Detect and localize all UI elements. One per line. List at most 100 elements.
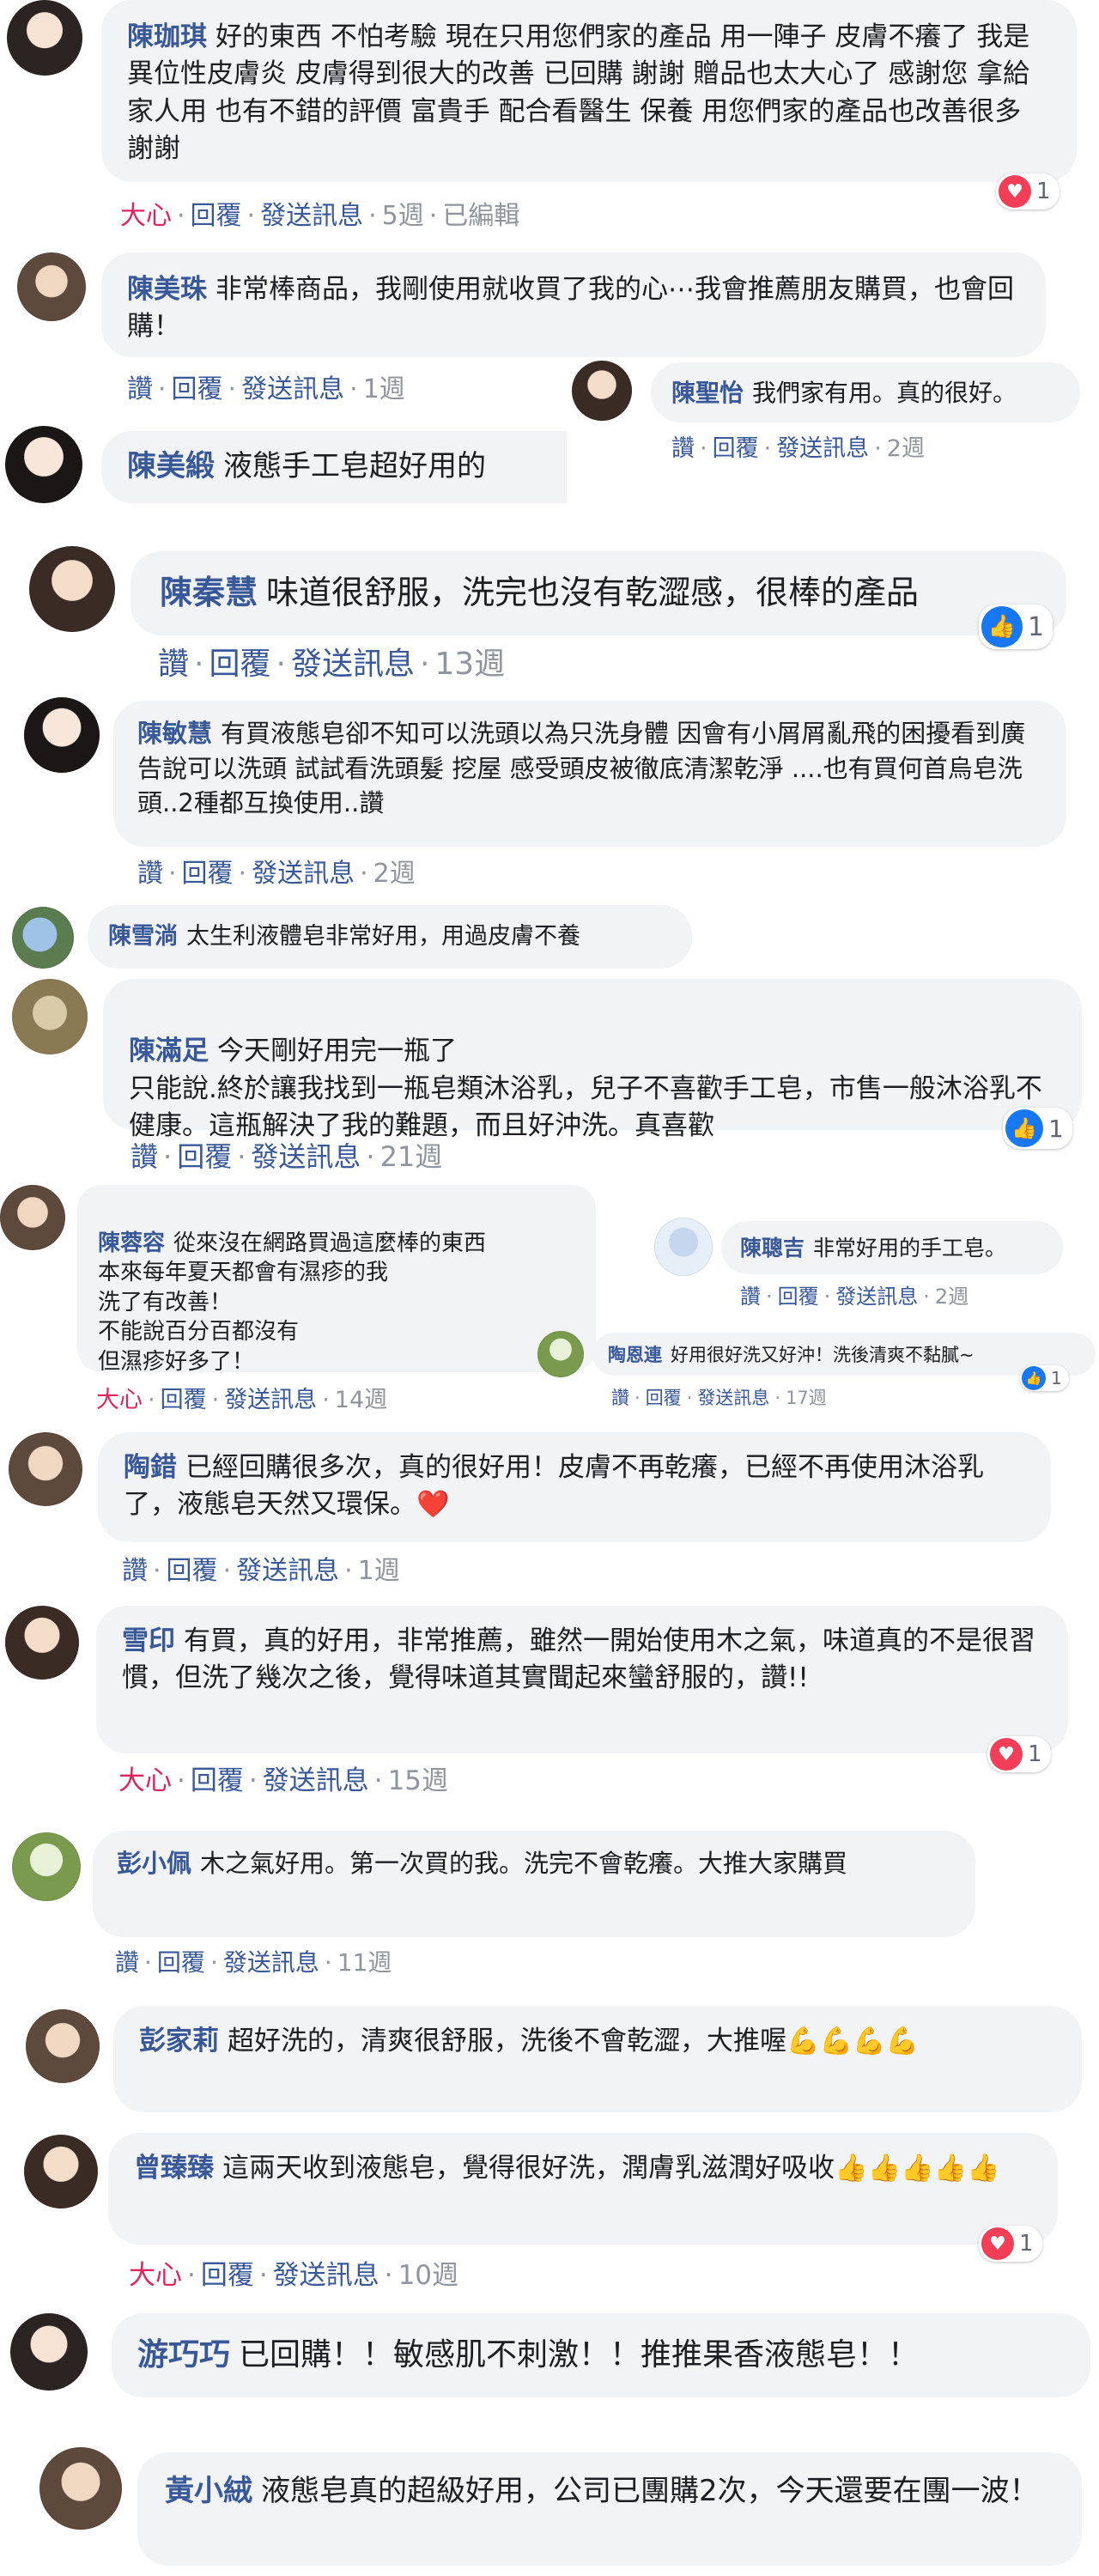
reaction-badge[interactable]: ♥ 1 — [987, 1736, 1051, 1772]
send-message-button[interactable]: 發送訊息 — [776, 435, 869, 462]
reaction-badge[interactable]: 👍 1 — [979, 605, 1053, 649]
reply-button[interactable]: 回覆 — [191, 1765, 244, 1796]
send-message-button[interactable]: 發送訊息 — [697, 1388, 769, 1408]
timestamp[interactable]: 13週 — [434, 647, 505, 682]
avatar[interactable] — [12, 1832, 81, 1901]
timestamp[interactable]: 2週 — [373, 859, 416, 889]
send-message-button[interactable]: 發送訊息 — [260, 201, 363, 231]
like-button[interactable]: 讚 — [158, 647, 189, 682]
timestamp[interactable]: 10週 — [398, 2260, 458, 2291]
timestamp[interactable]: 15週 — [388, 1765, 448, 1796]
commenter-name[interactable]: 陳聰吉 — [740, 1236, 805, 1261]
reaction-badge[interactable]: 👍 1 — [1020, 1365, 1069, 1391]
send-message-button[interactable]: 發送訊息 — [291, 647, 415, 682]
avatar[interactable] — [5, 426, 82, 503]
love-button[interactable]: 大心 — [129, 2260, 182, 2291]
send-message-button[interactable]: 發送訊息 — [252, 859, 355, 889]
timestamp[interactable]: 5週 — [382, 201, 424, 231]
reply-button[interactable]: 回覆 — [167, 1556, 218, 1586]
like-button[interactable]: 讚 — [740, 1285, 761, 1309]
avatar[interactable] — [537, 1331, 584, 1377]
avatar[interactable] — [572, 361, 632, 421]
comment-actions: 讚 · 回覆 · 發送訊息 · 1週 — [127, 374, 405, 404]
commenter-name[interactable]: 陳聖怡 — [671, 379, 744, 407]
reply-button[interactable]: 回覆 — [177, 1140, 232, 1173]
reply-button[interactable]: 回覆 — [182, 859, 234, 889]
send-message-button[interactable]: 發送訊息 — [236, 1556, 339, 1586]
like-button[interactable]: 讚 — [131, 1140, 158, 1173]
timestamp[interactable]: 1週 — [363, 374, 405, 404]
commenter-name[interactable]: 陶恩連 — [608, 1345, 662, 1365]
comment-text: 非常好用的手工皂。 — [813, 1236, 1007, 1261]
avatar[interactable] — [5, 1606, 79, 1680]
send-message-button[interactable]: 發送訊息 — [241, 374, 344, 404]
send-message-button[interactable]: 發送訊息 — [251, 1140, 361, 1173]
commenter-name[interactable]: 彭小佩 — [117, 1849, 191, 1878]
reply-button[interactable]: 回覆 — [172, 374, 223, 404]
avatar[interactable] — [9, 1432, 82, 1506]
timestamp[interactable]: 2週 — [935, 1285, 968, 1309]
comment: 陳秦慧 味道很舒服，洗完也沒有乾澀感，很棒的產品 讚 · 回覆 · 發送訊息 · 13週 👍 1 — [0, 538, 1099, 683]
commenter-name[interactable]: 曾臻臻 — [134, 2153, 214, 2184]
avatar[interactable] — [10, 2313, 88, 2391]
love-button[interactable]: 大心 — [118, 1765, 172, 1796]
love-button[interactable]: 大心 — [120, 201, 172, 231]
commenter-name[interactable]: 陳美珠 — [127, 274, 207, 305]
heart-icon: ♥ — [981, 2227, 1014, 2260]
commenter-name[interactable]: 陳珈琪 — [127, 21, 207, 52]
send-message-button[interactable]: 發送訊息 — [224, 1387, 317, 1413]
commenter-name[interactable]: 陳秦慧 — [160, 574, 258, 611]
commenter-name[interactable]: 游巧巧 — [137, 2337, 230, 2372]
avatar[interactable] — [29, 546, 115, 632]
reply-button[interactable]: 回覆 — [161, 1387, 207, 1413]
avatar[interactable] — [654, 1218, 713, 1276]
like-button[interactable]: 讚 — [137, 859, 163, 889]
timestamp[interactable]: 21週 — [380, 1140, 443, 1173]
commenter-name[interactable]: 陳敏慧 — [137, 719, 212, 748]
like-button[interactable]: 讚 — [127, 374, 153, 404]
edited-label[interactable]: 已編輯 — [442, 201, 519, 231]
commenter-name[interactable]: 陳美緞 — [127, 449, 215, 483]
reply-button[interactable]: 回覆 — [778, 1285, 819, 1309]
reply-button[interactable]: 回覆 — [157, 1948, 205, 1977]
avatar[interactable] — [7, 0, 82, 76]
like-button[interactable]: 讚 — [122, 1556, 148, 1586]
send-message-button[interactable]: 發送訊息 — [835, 1285, 918, 1309]
avatar[interactable] — [24, 697, 100, 773]
commenter-name[interactable]: 陳蓉容 — [98, 1230, 165, 1256]
avatar[interactable] — [17, 252, 86, 321]
like-button[interactable]: 讚 — [671, 435, 695, 462]
reply-button[interactable]: 回覆 — [646, 1388, 682, 1408]
avatar[interactable] — [12, 979, 88, 1054]
reaction-badge[interactable]: ♥ 1 — [979, 2226, 1042, 2262]
avatar[interactable] — [26, 2009, 100, 2083]
timestamp[interactable]: 17週 — [786, 1388, 827, 1408]
reply-button[interactable]: 回覆 — [209, 647, 270, 682]
comment: 彭小佩 木之氣好用。第一次買的我。洗完不會乾癢。大推大家購買 讚 · 回覆 · 發送訊息 ·… — [0, 1826, 1099, 1997]
avatar[interactable] — [0, 1185, 65, 1250]
commenter-name[interactable]: 陶錯 — [124, 1452, 177, 1483]
send-message-button[interactable]: 發送訊息 — [263, 1765, 369, 1796]
reply-button[interactable]: 回覆 — [713, 435, 759, 462]
timestamp[interactable]: 11週 — [337, 1948, 392, 1977]
reaction-badge[interactable]: ♥ 1 — [996, 173, 1060, 210]
reaction-badge[interactable]: 👍 1 — [1003, 1108, 1072, 1149]
reply-button[interactable]: 回覆 — [191, 201, 242, 231]
avatar[interactable] — [24, 2135, 98, 2208]
send-message-button[interactable]: 發送訊息 — [223, 1948, 319, 1977]
timestamp[interactable]: 14週 — [335, 1387, 387, 1413]
commenter-name[interactable]: 彭家莉 — [139, 2026, 219, 2057]
commenter-name[interactable]: 雪印 — [122, 1625, 175, 1656]
like-button[interactable]: 讚 — [611, 1388, 629, 1408]
send-message-button[interactable]: 發送訊息 — [273, 2260, 379, 2291]
commenter-name[interactable]: 黃小絨 — [165, 2474, 252, 2508]
like-button[interactable]: 讚 — [115, 1948, 139, 1977]
love-button[interactable]: 大心 — [96, 1387, 143, 1413]
avatar[interactable] — [39, 2447, 122, 2530]
reply-button[interactable]: 回覆 — [201, 2260, 254, 2291]
timestamp[interactable]: 1週 — [358, 1556, 400, 1586]
avatar[interactable] — [12, 907, 74, 969]
timestamp[interactable]: 2週 — [887, 435, 925, 462]
commenter-name[interactable]: 陳滿足 — [129, 1036, 209, 1066]
commenter-name[interactable]: 陳雪淌 — [108, 923, 178, 950]
